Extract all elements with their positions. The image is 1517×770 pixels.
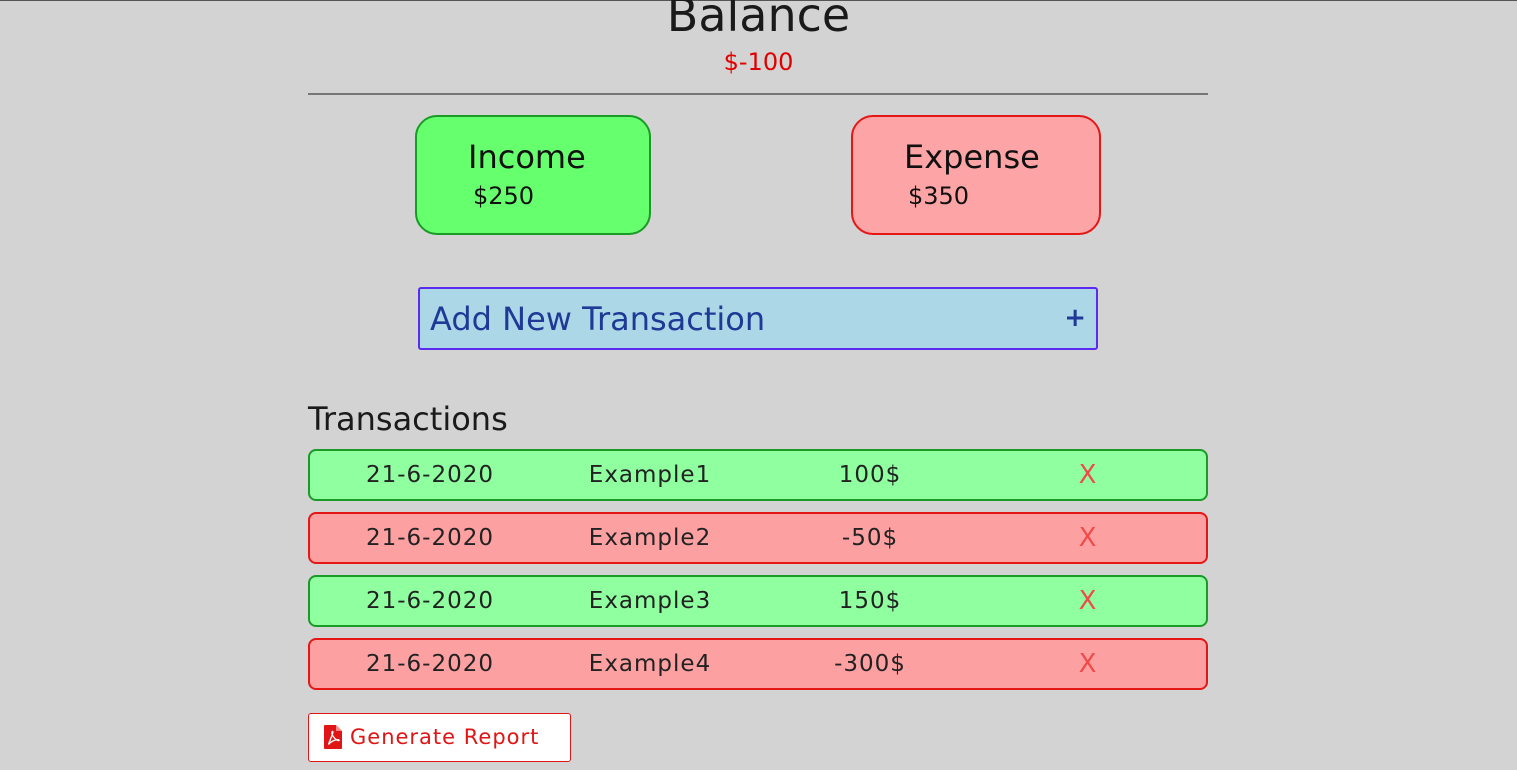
transaction-date: 21-6-2020 [365,462,495,488]
delete-transaction-button[interactable]: X [1058,514,1118,562]
add-new-transaction-button[interactable]: Add New Transaction + [418,287,1098,350]
transactions-heading: Transactions [308,400,508,438]
pdf-icon [324,725,342,749]
expense-card: Expense $350 [851,115,1101,235]
transaction-date: 21-6-2020 [365,588,495,614]
delete-transaction-button[interactable]: X [1058,451,1118,499]
transaction-name: Example4 [588,651,712,677]
expense-label: Expense [904,138,1040,176]
transaction-row: 21-6-2020 Example4 -300$ X [308,638,1208,690]
delete-transaction-button[interactable]: X [1058,577,1118,625]
plus-icon: + [1064,303,1086,333]
transaction-date: 21-6-2020 [365,651,495,677]
transaction-row: 21-6-2020 Example1 100$ X [308,449,1208,501]
balance-value: $-100 [723,48,794,76]
divider [308,93,1208,95]
add-transaction-label: Add New Transaction [430,300,766,338]
balance-title: Balance [666,0,851,42]
expense-amount: $350 [908,182,970,210]
income-amount: $250 [473,182,535,210]
delete-transaction-button[interactable]: X [1058,640,1118,688]
transaction-amount: -50$ [841,525,899,551]
transaction-amount: -300$ [834,651,906,677]
transaction-row: 21-6-2020 Example2 -50$ X [308,512,1208,564]
transaction-amount: 150$ [838,588,902,614]
transaction-name: Example2 [588,525,712,551]
transaction-name: Example3 [588,588,712,614]
income-label: Income [468,138,586,176]
transaction-list: 21-6-2020 Example1 100$ X 21-6-2020 Exam… [308,449,1208,701]
transaction-amount: 100$ [838,462,902,488]
transaction-row: 21-6-2020 Example3 150$ X [308,575,1208,627]
generate-report-button[interactable]: Generate Report [308,713,571,762]
transaction-date: 21-6-2020 [365,525,495,551]
generate-report-label: Generate Report [350,725,540,749]
transaction-name: Example1 [588,462,712,488]
income-card: Income $250 [415,115,651,235]
